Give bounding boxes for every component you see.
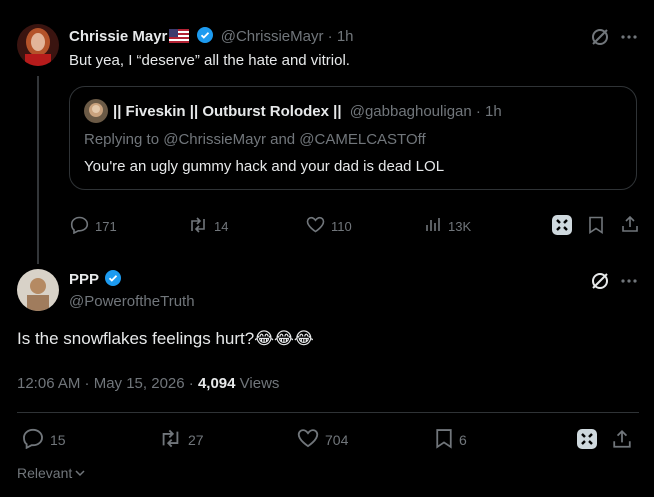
more-options-icon[interactable] [620,34,638,40]
verified-badge-icon [105,270,122,286]
chevron-down-icon [74,465,86,481]
heart-icon [306,216,325,236]
grok-slash-icon[interactable] [590,27,610,47]
quote-time: · 1h [475,103,502,120]
bookmark-button[interactable]: 6 [435,428,467,452]
repost-count: 14 [214,219,229,234]
repost-button[interactable]: 27 [159,428,204,452]
repost-button[interactable]: 14 [188,216,228,237]
repost-count: 27 [188,432,204,448]
quote-author-name: || Fiveskin || Outburst Rolodex || [113,103,342,120]
ppp-avatar[interactable] [17,269,59,311]
views-button[interactable]: 13K [425,216,471,236]
verified-badge-icon [196,27,213,43]
heart-icon [297,428,319,451]
reply-count: 15 [50,432,66,448]
quote-author-handle: @gabbaghouligan [349,103,472,120]
sort-dropdown[interactable]: Relevant [17,465,86,481]
reply-icon [70,216,89,237]
like-button[interactable]: 110 [306,216,352,236]
tweet2-text: Is the snowflakes feelings hurt?😂😂😂 [17,329,314,348]
avatar[interactable] [17,24,59,66]
quote-text: You're an ugly gummy hack and your dad i… [84,158,445,175]
repost-icon [159,428,182,452]
ppp-handle[interactable]: @PoweroftheTruth [69,293,195,310]
share-icon[interactable] [612,429,632,449]
grok-icon[interactable] [576,428,598,450]
divider [17,412,639,413]
tweet1-header: Chrissie Mayr @ChrissieMayr · 1h [69,27,354,47]
sort-label: Relevant [17,465,73,481]
tweet2-header: PPP [69,270,122,288]
tweet-meta: 12:06 AM · May 15, 2026 · 4,094 Views [17,375,279,392]
quote-avatar [84,99,108,123]
view-count: 13K [448,218,472,234]
grok-slash-icon[interactable] [590,271,610,291]
more-options-icon[interactable] [620,278,638,284]
like-count: 704 [325,431,349,448]
reply-icon [22,428,44,452]
tweet-time[interactable]: · 1h [328,28,354,45]
bookmark-icon [435,428,453,452]
quote-header: || Fiveskin || Outburst Rolodex || @gabb… [113,103,502,120]
tweet-text: But yea, I “deserve” all the hate and vi… [69,52,350,69]
timestamp[interactable]: 12:06 AM · May 15, 2026 · [17,375,194,392]
reply-count: 171 [95,219,117,234]
like-count: 110 [331,218,352,234]
views-count: 4,094 [197,375,236,392]
reply-button[interactable]: 15 [22,428,66,452]
grok-icon[interactable] [551,214,573,236]
like-button[interactable]: 704 [297,428,348,451]
author-name[interactable]: Chrissie Mayr [69,28,167,45]
views-icon [425,216,442,236]
repost-icon [188,216,208,237]
quote-replying-to: Replying to @ChrissieMayr and @CAMELCAST… [84,131,426,148]
reply-button[interactable]: 171 [70,216,117,237]
us-flag-icon [169,29,190,47]
share-icon[interactable] [621,215,639,233]
bookmark-icon[interactable] [588,216,604,234]
bookmark-count: 6 [459,432,467,448]
author-handle[interactable]: @ChrissieMayr [221,28,324,45]
views-label: Views [239,375,280,392]
ppp-name[interactable]: PPP [69,271,99,288]
thread-line [37,76,39,264]
